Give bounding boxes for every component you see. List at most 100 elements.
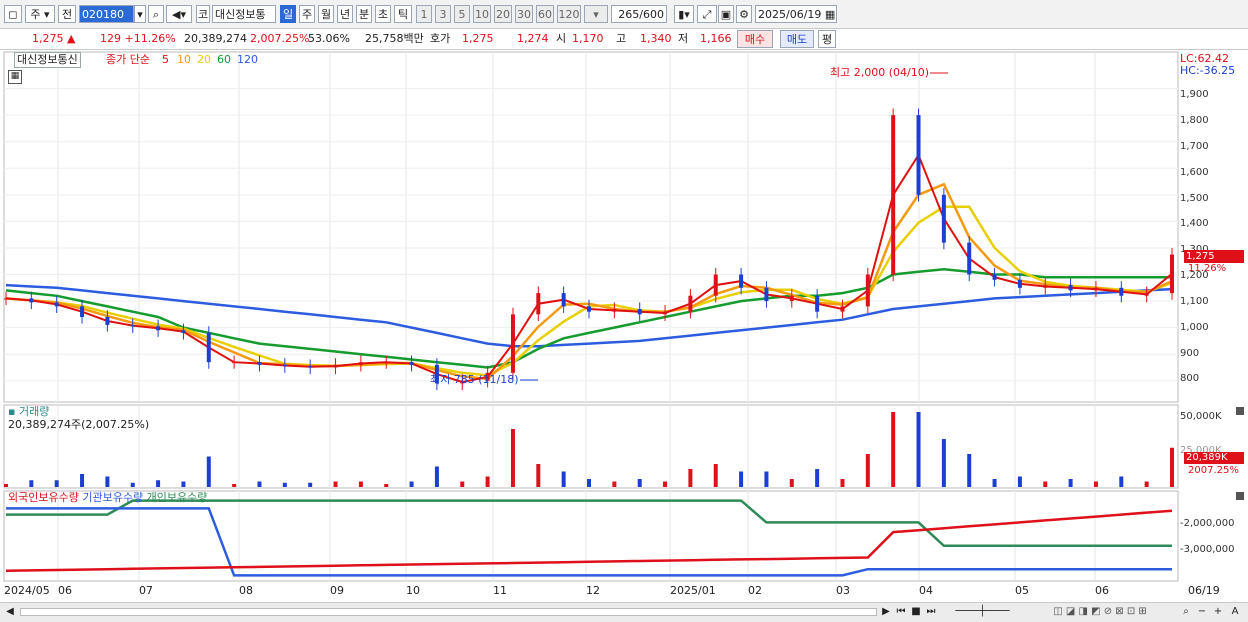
candle-body <box>282 364 287 367</box>
hold-y-tick: -3,000,000 <box>1180 544 1235 555</box>
sell-button[interactable]: 매도 <box>780 30 814 48</box>
price-panel <box>3 51 1179 403</box>
speed-slider[interactable]: ────┼──── <box>945 605 1020 619</box>
volume-bar <box>992 479 997 487</box>
tool-icons[interactable]: ◫ ◪ ◨ ◩ ⊘ ⊠ ⊡ ⊞ <box>1025 605 1175 619</box>
candle-body <box>206 332 211 363</box>
tab-second[interactable]: 초 <box>375 5 391 23</box>
quote-bar: 1,275 ▲ 129 +11.26% 20,389,274 2,007.25%… <box>0 29 1248 50</box>
candle-body <box>409 362 414 365</box>
search-icon[interactable]: ⌕ <box>148 5 164 23</box>
interval-60[interactable]: 60 <box>536 5 554 23</box>
change: 129 +11.26% <box>100 31 176 47</box>
candle-body <box>967 242 972 275</box>
close-panel-icon[interactable] <box>1236 492 1244 500</box>
volume-bar <box>688 469 693 487</box>
candle-body <box>587 306 591 312</box>
pct-tag: 11.26% <box>1188 263 1227 274</box>
candle-body <box>941 194 946 243</box>
candle-body <box>510 314 515 373</box>
low-annotation: 최저 785 (11/18) <box>430 373 519 386</box>
volume-bar <box>80 474 85 487</box>
candle-body <box>54 302 59 307</box>
volume-bar <box>460 481 465 487</box>
volume-bar <box>865 454 870 487</box>
volume-title-text: 거래량 <box>18 405 50 418</box>
scroll-left-icon[interactable]: ◀ <box>4 605 16 619</box>
volume-bar <box>54 480 59 487</box>
crosshair-icon[interactable]: ⤢ <box>697 5 717 23</box>
vol-ratio: 53.06% <box>308 32 350 45</box>
interval-5[interactable]: 5 <box>454 5 470 23</box>
candle-body <box>561 293 566 307</box>
play-icon[interactable]: ▶ <box>880 605 892 619</box>
y-tick: 1,400 <box>1180 218 1209 229</box>
interval-20[interactable]: 20 <box>494 5 512 23</box>
y-tick: 1,600 <box>1180 167 1209 178</box>
interval-1[interactable]: 1 <box>416 5 432 23</box>
bottom-scrollbar[interactable]: ◀ ▶ ⏮ ■ ⏭ ────┼──── ◫ ◪ ◨ ◩ ⊘ ⊠ ⊡ ⊞ ⌕ − … <box>0 602 1248 622</box>
tab-minute[interactable]: 분 <box>356 5 372 23</box>
interval-120[interactable]: 120 <box>557 5 581 23</box>
volume-bar <box>916 412 921 487</box>
zoom-in-icon[interactable]: + <box>1212 605 1224 619</box>
institution-legend: 기관보유수량 <box>82 491 144 504</box>
volume-bar <box>434 466 439 487</box>
close-panel-icon[interactable] <box>1236 407 1244 415</box>
tab-month[interactable]: 월 <box>318 5 334 23</box>
period-main-select[interactable]: 주 ▾ <box>25 5 55 23</box>
interval-dropdown[interactable]: ▾ <box>584 5 608 23</box>
low-label: 저 <box>678 32 689 45</box>
tab-week[interactable]: 주 <box>299 5 315 23</box>
volume-bar <box>941 439 946 487</box>
code-input[interactable]: 020180 <box>79 5 134 23</box>
window-icon[interactable]: ◻ <box>4 5 22 23</box>
volume-bar <box>4 484 8 487</box>
zoom-search-icon[interactable]: ⌕ <box>1180 605 1192 619</box>
save-icon[interactable]: ▣ <box>718 5 734 23</box>
code-prefix: 코 <box>196 5 210 23</box>
interval-10[interactable]: 10 <box>473 5 491 23</box>
hc-value: HC:-36.25 <box>1180 64 1236 77</box>
tab-year[interactable]: 년 <box>337 5 353 23</box>
interval-3[interactable]: 3 <box>435 5 451 23</box>
x-tick: 09 <box>330 584 344 597</box>
count-value: 265 <box>618 8 640 21</box>
tab-day[interactable]: 일 <box>280 5 296 23</box>
tab-tick[interactable]: 틱 <box>394 5 412 23</box>
table-icon[interactable]: ▦ <box>8 70 22 84</box>
text-tool-icon[interactable]: A <box>1228 605 1242 619</box>
chart-canvas[interactable] <box>0 50 1248 602</box>
volume-tag: 20,389K <box>1184 452 1244 464</box>
date-field[interactable]: 2025/06/19 ▦ <box>755 5 837 23</box>
candle-icon[interactable]: ▮▾ <box>674 5 694 23</box>
buy-button[interactable]: 매수 <box>737 30 773 48</box>
up-arrow-icon: ▲ <box>67 32 76 45</box>
x-tick: 11 <box>493 584 507 597</box>
gear-icon[interactable]: ⚙ <box>736 5 752 23</box>
stop-icon[interactable]: ■ <box>910 605 922 619</box>
count-field[interactable]: 265/600 <box>611 5 667 23</box>
code-dropdown-icon[interactable]: ▾ <box>134 5 146 23</box>
scroll-track[interactable] <box>20 608 877 616</box>
eval-button[interactable]: 평 <box>818 30 836 48</box>
ma5-label: 5 <box>162 53 169 66</box>
candle-body <box>536 293 541 315</box>
volume-bar <box>232 484 237 487</box>
type-button[interactable]: 전 <box>58 5 76 23</box>
sound-icon[interactable]: ◀▾ <box>166 5 192 23</box>
forward-icon[interactable]: ⏭ <box>925 605 937 619</box>
open-label: 시 <box>556 32 567 45</box>
x-tick: 12 <box>586 584 600 597</box>
interval-30[interactable]: 30 <box>515 5 533 23</box>
volume-bar <box>739 471 744 487</box>
volume-bar <box>1144 481 1149 487</box>
rewind-icon[interactable]: ⏮ <box>895 605 907 619</box>
ma-label: 종가 단순 <box>106 53 150 66</box>
stock-title[interactable]: 대신정보통신 <box>14 52 81 68</box>
volume-bar <box>587 479 591 487</box>
chart-area[interactable]: 대신정보통신 종가 단순 5 10 20 60 120 ▦ LC:62.42 H… <box>0 50 1248 602</box>
x-tick: 02 <box>748 584 762 597</box>
zoom-out-icon[interactable]: − <box>1196 605 1208 619</box>
volume-bar <box>612 481 617 487</box>
